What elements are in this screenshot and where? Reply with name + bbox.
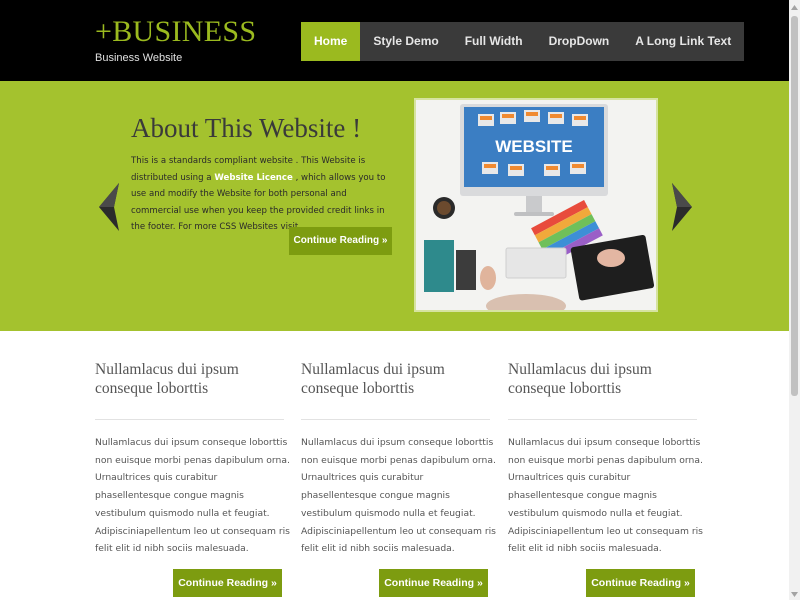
column-text: Nullamlacus dui ipsum conseque loborttis… [95,437,290,555]
hero-title: About This Website ! [131,113,362,143]
slider-prev-arrow-icon[interactable] [97,181,123,233]
scroll-down-arrow-icon[interactable] [789,586,800,600]
scrollbar-thumb[interactable] [791,16,798,396]
hero-continue-reading-button[interactable]: Continue Reading » [289,227,392,255]
website-licence-link[interactable]: Website Licence [214,173,293,183]
column-title: Nullamlacus dui ipsum conseque loborttis [95,361,239,397]
column-title: Nullamlacus dui ipsum conseque loborttis [508,361,652,397]
slider-next-arrow-icon[interactable] [668,181,694,233]
column-title: Nullamlacus dui ipsum conseque loborttis [301,361,445,397]
continue-reading-button[interactable]: Continue Reading » [586,569,695,597]
column-divider [301,419,490,420]
column-text: Nullamlacus dui ipsum conseque loborttis… [301,437,496,555]
nav-item-dropdown[interactable]: DropDown [536,22,623,61]
continue-reading-button[interactable]: Continue Reading » [173,569,282,597]
scroll-up-arrow-icon[interactable] [789,0,800,14]
nav-item-full-width[interactable]: Full Width [452,22,536,61]
nav-item-long-link[interactable]: A Long Link Text [622,22,744,61]
column-divider [95,419,284,420]
nav-item-home[interactable]: Home [301,22,361,61]
nav-item-style-demo[interactable]: Style Demo [360,22,451,61]
column-text: Nullamlacus dui ipsum conseque loborttis… [508,437,703,555]
column-divider [508,419,697,420]
site-logo[interactable]: +BUSINESS [95,17,256,47]
content-column: Nullamlacus dui ipsum conseque loborttis… [508,360,703,597]
monitor-screen-text: WEBSITE [495,137,572,156]
hero-description: This is a standards compliant website . … [131,153,391,236]
hero-image: WEBSITE [414,98,658,312]
main-nav: Home Style Demo Full Width DropDown A Lo… [301,22,745,61]
site-header: +BUSINESS Business Website Home Style De… [0,0,789,81]
hero-slider: About This Website ! This is a standards… [0,81,789,331]
continue-reading-button[interactable]: Continue Reading » [379,569,488,597]
page-scrollbar[interactable] [789,0,800,600]
content-column: Nullamlacus dui ipsum conseque loborttis… [301,360,496,597]
content-column: Nullamlacus dui ipsum conseque loborttis… [95,360,290,597]
site-tagline: Business Website [95,52,183,64]
